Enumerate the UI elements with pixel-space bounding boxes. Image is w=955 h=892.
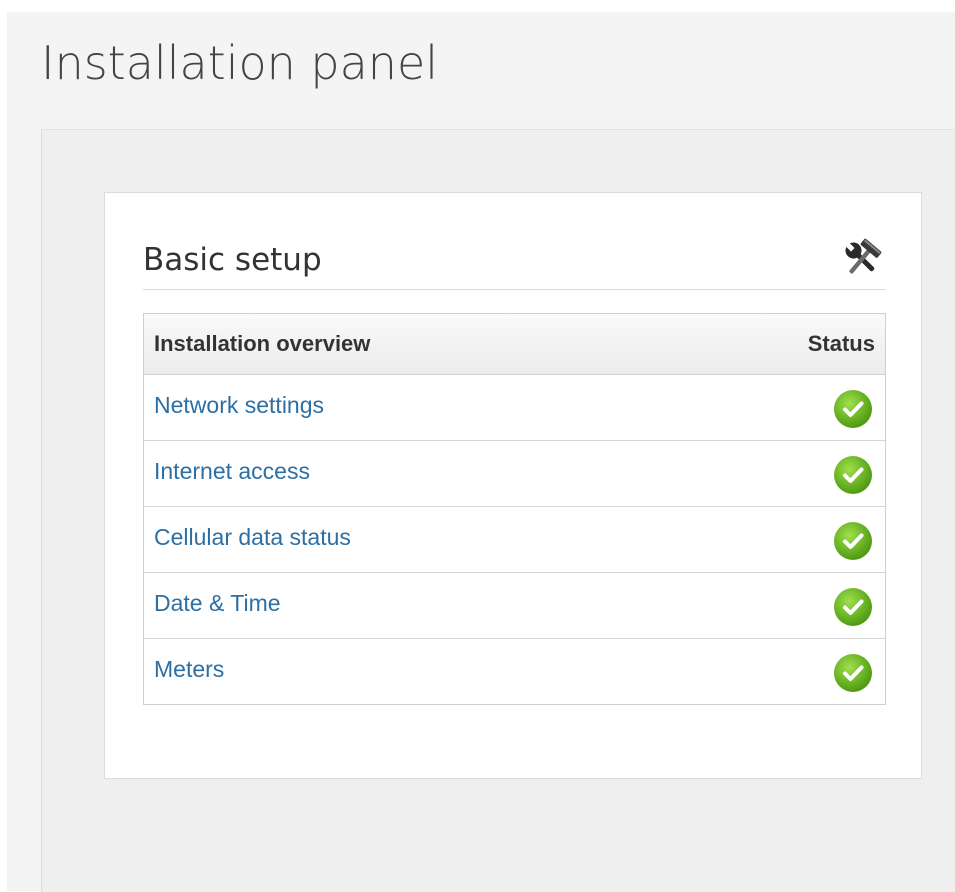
internet-access-link[interactable]: Internet access xyxy=(154,441,310,501)
column-header-overview: Installation overview xyxy=(154,331,371,356)
table-row: Internet access xyxy=(144,441,885,507)
table-row: Cellular data status xyxy=(144,507,885,573)
column-header-status: Status xyxy=(807,331,875,356)
table-row: Meters xyxy=(144,639,885,704)
date-time-link[interactable]: Date & Time xyxy=(154,573,281,633)
card-title: Basic setup xyxy=(143,242,322,278)
installation-overview-table: Installation overview Status Network set… xyxy=(143,313,886,705)
meters-link[interactable]: Meters xyxy=(154,639,224,699)
check-circle-icon xyxy=(834,390,872,428)
page-title: Installation panel xyxy=(41,36,439,90)
check-circle-icon xyxy=(834,456,872,494)
content-area: Basic setup Installation overview Status… xyxy=(41,129,955,892)
card-header: Basic setup xyxy=(143,235,886,290)
network-settings-link[interactable]: Network settings xyxy=(154,375,324,435)
table-header-row: Installation overview Status xyxy=(144,314,885,375)
tools-icon xyxy=(845,238,882,274)
table-row: Network settings xyxy=(144,375,885,441)
table-row: Date & Time xyxy=(144,573,885,639)
check-circle-icon xyxy=(834,588,872,626)
page: Installation panel Basic setup Installat… xyxy=(7,12,955,892)
check-circle-icon xyxy=(834,522,872,560)
check-circle-icon xyxy=(834,654,872,692)
cellular-data-status-link[interactable]: Cellular data status xyxy=(154,507,351,567)
basic-setup-card: Basic setup Installation overview Status… xyxy=(104,192,922,779)
